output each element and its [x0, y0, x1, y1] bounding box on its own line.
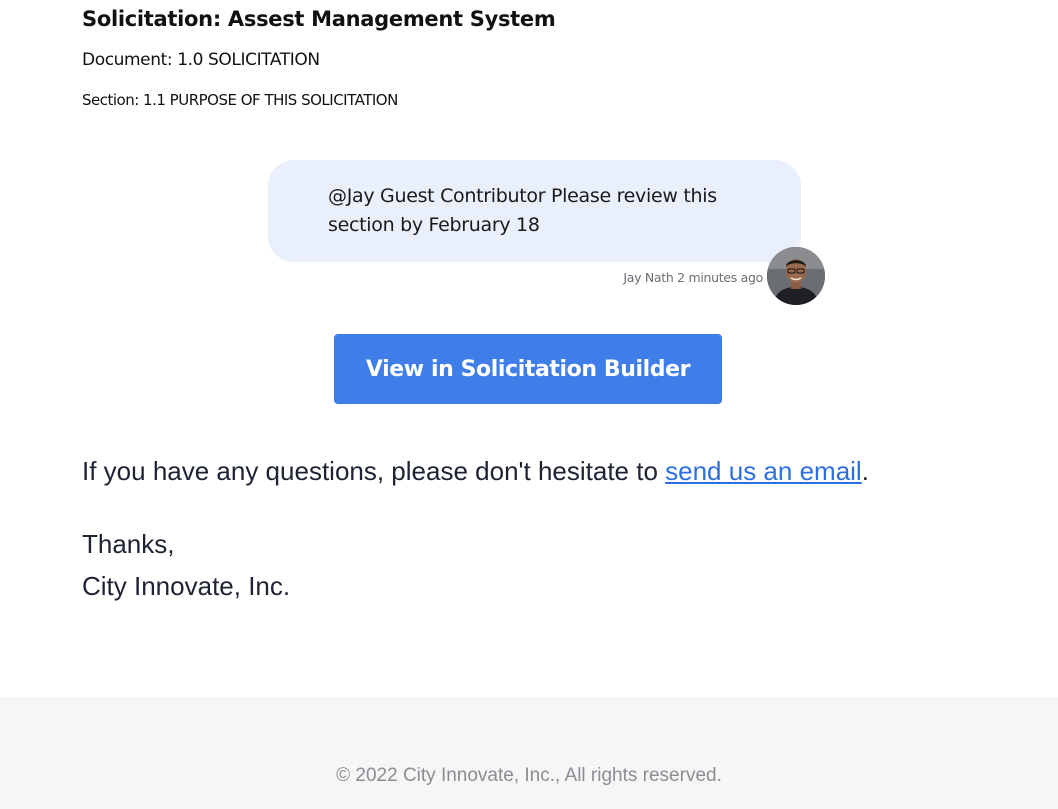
questions-period: .: [861, 456, 869, 486]
comment-text: @Jay Guest Contributor Please review thi…: [328, 185, 717, 236]
email-body: Solicitation: Assest Management System D…: [0, 0, 1058, 697]
view-in-solicitation-builder-button[interactable]: View in Solicitation Builder: [334, 334, 722, 404]
document-line: Document: 1.0 SOLICITATION: [82, 50, 320, 70]
company-signature: City Innovate, Inc.: [82, 571, 291, 601]
avatar: [767, 247, 825, 305]
questions-text: If you have any questions, please don't …: [82, 456, 666, 486]
solicitation-title: Solicitation: Assest Management System: [82, 7, 556, 31]
thanks-line: Thanks,: [82, 529, 175, 559]
send-email-link[interactable]: send us an email: [665, 456, 862, 486]
footer: © 2022 City Innovate, Inc., All rights r…: [0, 697, 1058, 809]
questions-line: If you have any questions, please don't …: [82, 456, 869, 487]
comment-author-meta: Jay Nath 2 minutes ago: [623, 270, 763, 285]
copyright-text: © 2022 City Innovate, Inc., All rights r…: [336, 765, 722, 786]
section-line: Section: 1.1 PURPOSE OF THIS SOLICITATIO…: [82, 91, 398, 109]
user-avatar-icon: [767, 247, 825, 305]
comment-bubble: @Jay Guest Contributor Please review thi…: [268, 160, 801, 262]
